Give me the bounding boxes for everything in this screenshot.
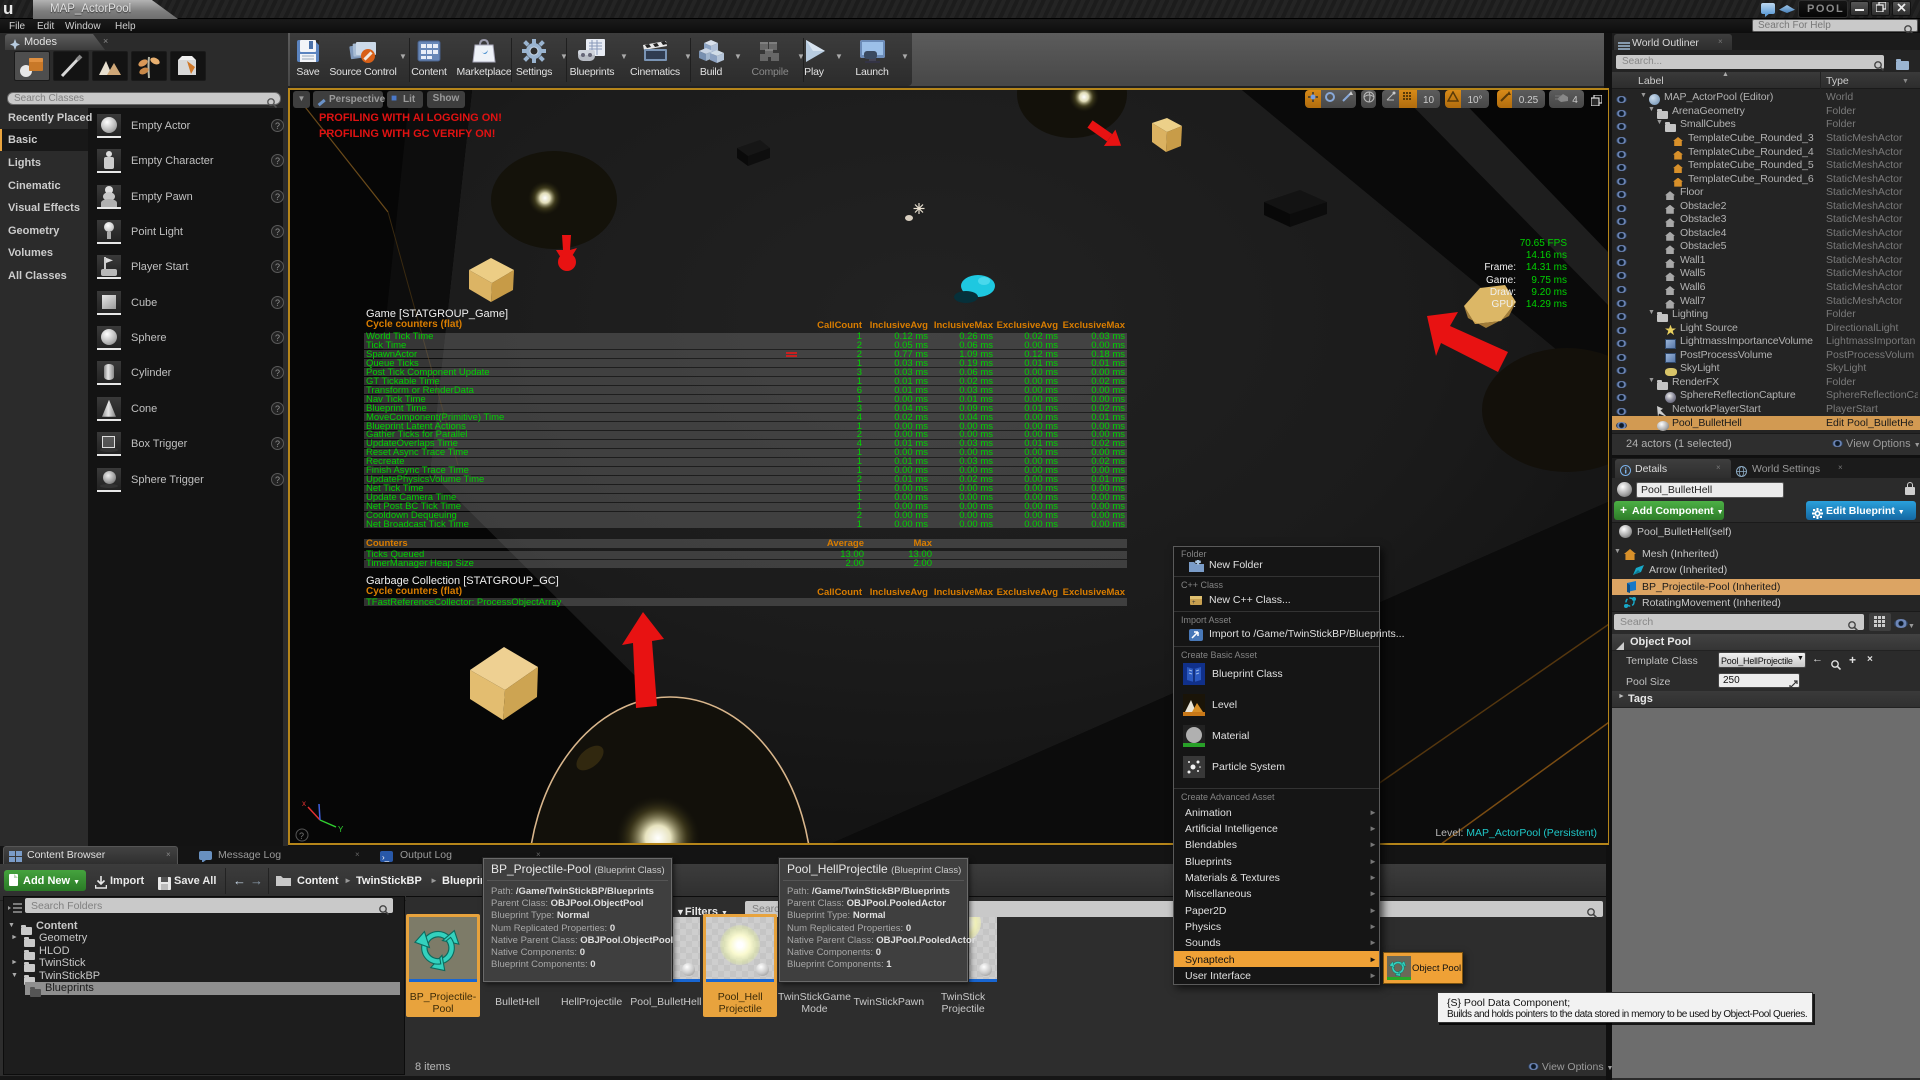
svg-text:Y: Y	[338, 825, 344, 834]
svg-text:?: ?	[299, 831, 304, 841]
svg-text:x: x	[302, 799, 306, 808]
svg-text:›_: ›_	[382, 853, 390, 862]
svg-text:+: +	[1192, 600, 1196, 606]
